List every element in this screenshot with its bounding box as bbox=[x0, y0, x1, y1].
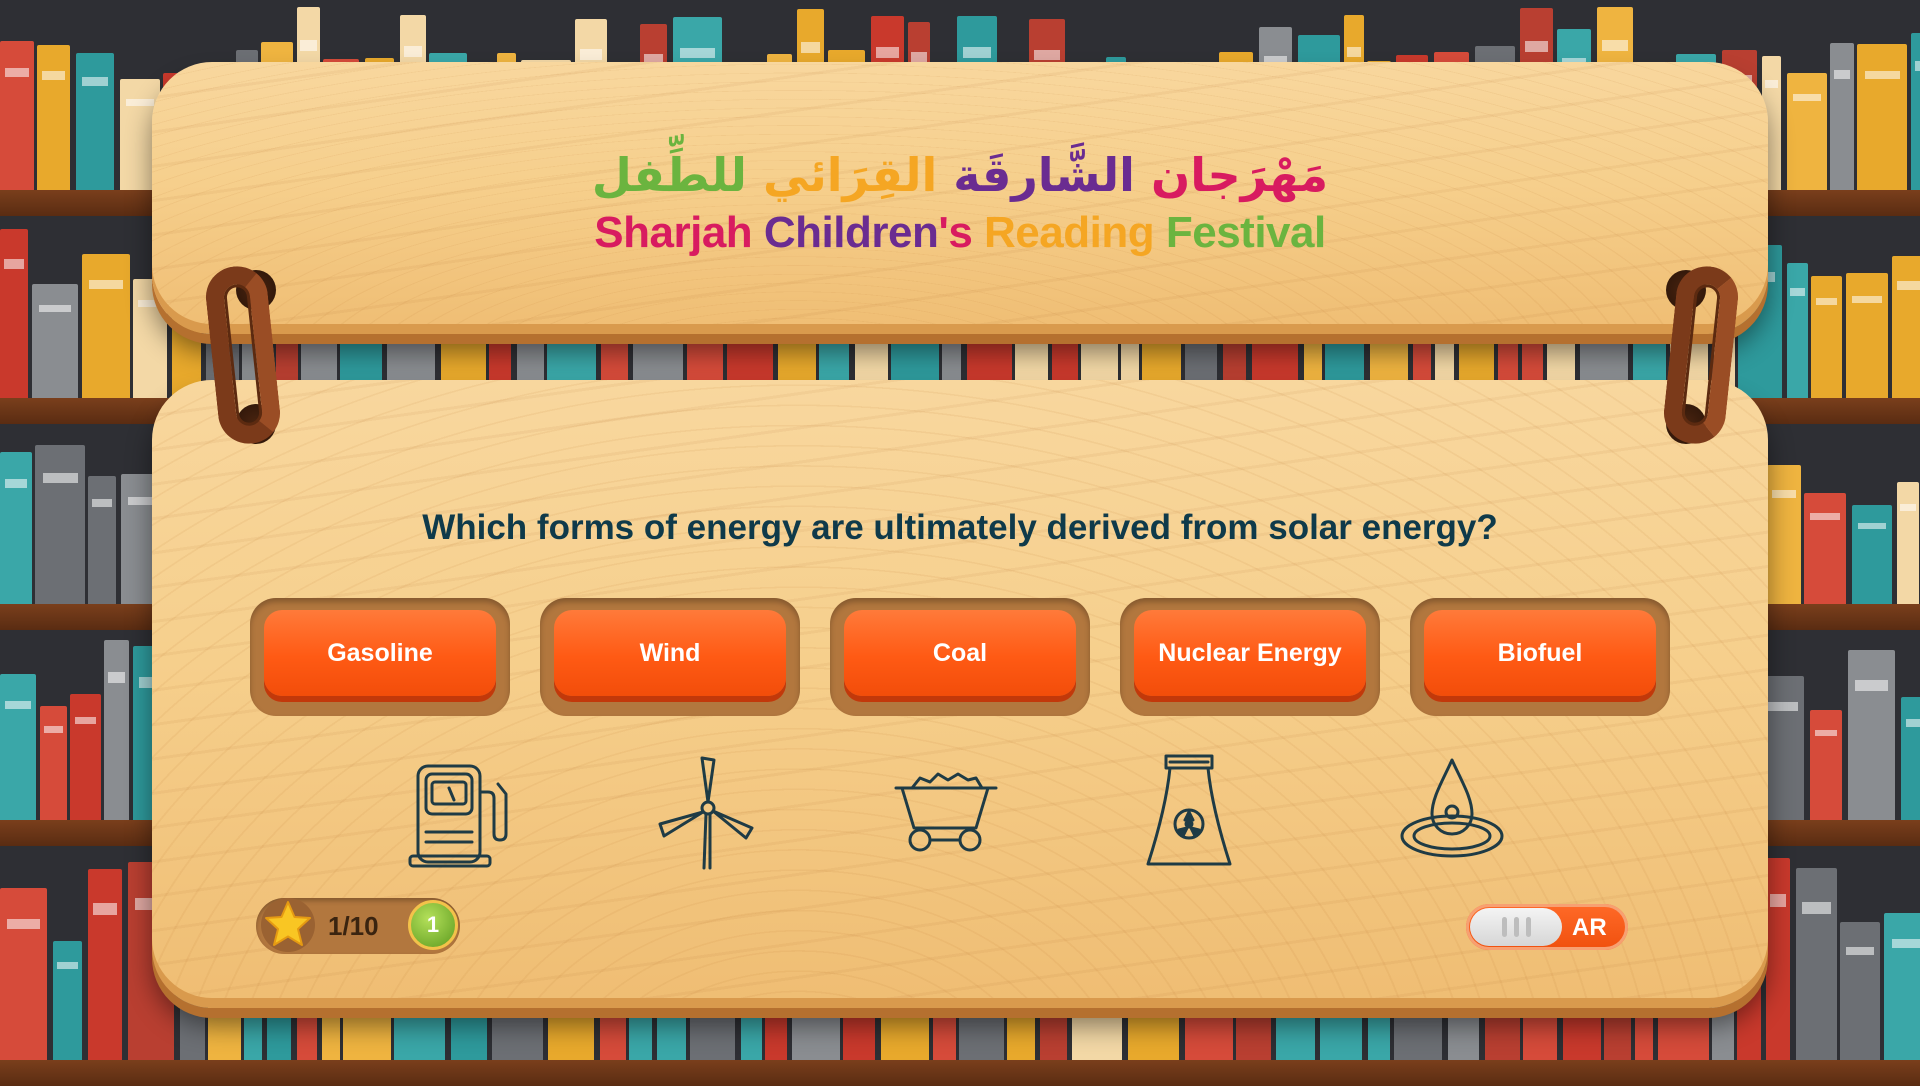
answer-button-gasoline[interactable]: Gasoline bbox=[264, 610, 496, 696]
answer-button-coal[interactable]: Coal bbox=[844, 610, 1076, 696]
book-spine bbox=[1892, 255, 1920, 398]
book-spine bbox=[1848, 649, 1895, 820]
book-spine bbox=[104, 640, 129, 820]
language-toggle[interactable]: AR bbox=[1466, 904, 1628, 950]
question-progress: 1/10 bbox=[328, 911, 379, 941]
book-spine bbox=[40, 705, 67, 820]
answer-button-wind[interactable]: Wind bbox=[554, 610, 786, 696]
language-label: AR bbox=[1572, 914, 1607, 941]
score-progress-pill: 1/10 1 bbox=[256, 898, 460, 954]
question-text: Which forms of energy are ultimately der… bbox=[422, 508, 1498, 547]
book-spine bbox=[1840, 922, 1880, 1060]
book-spine bbox=[88, 868, 122, 1060]
toggle-knob[interactable] bbox=[1470, 908, 1562, 946]
title-ar-word-1: مَهْرَجان bbox=[1150, 148, 1329, 202]
title-ar-word-4: للطِّفل bbox=[591, 148, 747, 202]
title-en-word-festival: Festival bbox=[1165, 208, 1326, 257]
book-spine bbox=[1884, 912, 1920, 1060]
title-en-word-sharjah: Sharjah bbox=[594, 208, 753, 257]
title-en-word-reading: Reading bbox=[984, 208, 1155, 257]
book-spine bbox=[32, 284, 78, 398]
festival-title-arabic: مَهْرَجان الشَّارقَة القِرَائي للطِّفل bbox=[0, 148, 1920, 202]
oil-drop-icon bbox=[1396, 752, 1506, 872]
book-spine bbox=[70, 693, 101, 820]
answer-button-nuclear-energy[interactable]: Nuclear Energy bbox=[1134, 610, 1366, 696]
book-spine bbox=[53, 940, 82, 1060]
star-icon bbox=[260, 896, 316, 954]
book-spine bbox=[1787, 263, 1808, 398]
answer-button-biofuel[interactable]: Biofuel bbox=[1424, 610, 1656, 696]
title-ar-word-2: الشَّارقَة bbox=[953, 148, 1135, 202]
answer-slot-3: Coal bbox=[830, 598, 1090, 716]
answer-slot-2: Wind bbox=[540, 598, 800, 716]
title-en-word-children: Children bbox=[763, 208, 939, 257]
book-spine bbox=[0, 887, 47, 1060]
festival-title-english: Sharjah Children's Reading Festival bbox=[0, 208, 1920, 258]
nuclear-plant-icon bbox=[1132, 752, 1242, 872]
title-ar-word-3: القِرَائي bbox=[762, 148, 938, 202]
wind-turbine-icon bbox=[652, 752, 762, 872]
answer-slot-5: Biofuel bbox=[1410, 598, 1670, 716]
book-spine bbox=[82, 254, 130, 398]
answer-slot-1: Gasoline bbox=[250, 598, 510, 716]
book-spine bbox=[1796, 867, 1837, 1060]
coal-cart-icon bbox=[890, 752, 1000, 872]
gas-pump-icon bbox=[406, 752, 516, 872]
book-spine bbox=[1901, 697, 1920, 820]
answer-slot-4: Nuclear Energy bbox=[1120, 598, 1380, 716]
coin-counter: 1 bbox=[408, 900, 458, 950]
book-spine bbox=[1846, 273, 1888, 398]
book-spine bbox=[1811, 276, 1842, 398]
book-spine bbox=[1810, 710, 1842, 820]
shelf-plank bbox=[0, 1060, 1920, 1086]
title-en-word-apostrophe: 's bbox=[938, 208, 973, 257]
book-spine bbox=[0, 674, 36, 820]
book-spine bbox=[1766, 858, 1790, 1060]
